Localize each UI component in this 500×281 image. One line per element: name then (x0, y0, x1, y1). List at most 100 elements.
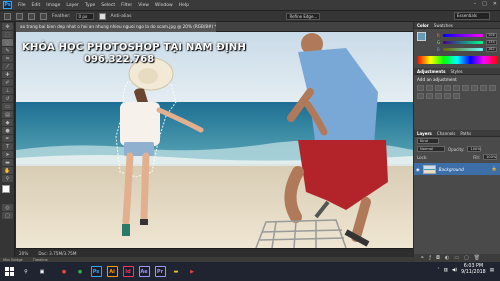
green-value[interactable]: 154 (486, 40, 497, 45)
blend-mode-select[interactable]: Normal (417, 146, 445, 152)
gradient-map-icon[interactable] (453, 93, 460, 99)
start-button[interactable] (0, 262, 18, 281)
taskbar-aftereffects-icon[interactable]: Ae (136, 262, 152, 281)
brightness-icon[interactable] (417, 85, 424, 91)
foreground-color-icon[interactable] (2, 185, 10, 193)
adjustment-layer-icon[interactable]: ◐ (445, 255, 449, 261)
tab-mini-bridge[interactable]: Mini Bridge (3, 258, 23, 262)
taskbar-coccoc-icon[interactable]: ● (72, 262, 88, 281)
search-icon[interactable]: ⚲ (18, 262, 34, 281)
blue-value[interactable]: 182 (486, 47, 497, 52)
menu-type[interactable]: Type (85, 3, 95, 8)
taskbar-chrome-icon[interactable]: ● (56, 262, 72, 281)
menu-filter[interactable]: Filter (121, 3, 132, 8)
menu-file[interactable]: File (18, 3, 26, 8)
trash-icon[interactable]: 🗑 (474, 255, 480, 261)
tab-timeline[interactable]: Timeline (33, 258, 48, 262)
menu-edit[interactable]: Edit (32, 3, 41, 8)
path-select-tool-icon[interactable]: ➤ (2, 151, 13, 158)
red-slider[interactable]: R 104 (437, 33, 497, 38)
tab-adjustments[interactable]: Adjustments (417, 69, 446, 74)
fg-bg-color-icon[interactable] (417, 32, 431, 46)
quick-select-tool-icon[interactable]: ✎ (2, 47, 13, 54)
refine-edge-button[interactable]: Refine Edge... (286, 12, 321, 20)
taskbar-premiere-icon[interactable]: Pr (152, 262, 168, 281)
task-view-icon[interactable]: ▣ (34, 262, 50, 281)
exposure-icon[interactable] (444, 85, 451, 91)
red-value[interactable]: 104 (486, 33, 497, 38)
add-selection-icon[interactable] (28, 12, 35, 20)
eraser-tool-icon[interactable]: ▭ (2, 103, 13, 110)
tab-styles[interactable]: Styles (451, 69, 463, 74)
dodge-tool-icon[interactable]: ● (2, 127, 13, 134)
taskbar-photoshop-icon[interactable]: Ps (88, 262, 104, 281)
layer-row[interactable]: ◉ Background 🔒 (414, 163, 500, 175)
levels-icon[interactable] (426, 85, 433, 91)
new-layer-icon[interactable]: ▢ (464, 255, 469, 261)
tab-channels[interactable]: Channels (437, 131, 456, 136)
eye-icon[interactable]: ◉ (416, 167, 420, 172)
taskbar-explorer-icon[interactable]: ▬ (168, 262, 184, 281)
tray-chevron-icon[interactable]: ˄ (437, 268, 439, 273)
minimize-button[interactable]: – (474, 1, 477, 7)
fx-icon[interactable]: ƒ (429, 255, 431, 261)
kind-filter-select[interactable]: Kind (417, 138, 439, 144)
marquee-tool-icon[interactable]: ⬚ (2, 31, 13, 38)
zoom-level[interactable]: 20% (19, 251, 28, 256)
menu-select[interactable]: Select (101, 3, 115, 8)
menu-window[interactable]: Window (155, 3, 173, 8)
tab-paths[interactable]: Paths (460, 131, 471, 136)
opacity-input[interactable]: 100% (467, 146, 482, 152)
network-icon[interactable]: ▥ (444, 268, 448, 273)
type-tool-icon[interactable]: T (2, 143, 13, 150)
blue-slider[interactable]: B 182 (437, 47, 497, 52)
menu-view[interactable]: View (138, 3, 149, 8)
tab-swatches[interactable]: Swatches (434, 23, 453, 28)
clone-stamp-tool-icon[interactable]: ⊥ (2, 87, 13, 94)
quick-mask-icon[interactable]: ◎ (2, 204, 13, 211)
shape-tool-icon[interactable]: ▬ (2, 159, 13, 166)
close-button[interactable]: ✕ (493, 1, 497, 7)
eyedropper-tool-icon[interactable]: ⁄ (2, 63, 13, 70)
history-brush-tool-icon[interactable]: ↺ (2, 95, 13, 102)
color-spectrum[interactable] (417, 56, 497, 64)
color-balance-icon[interactable] (471, 85, 478, 91)
notifications-icon[interactable]: ▤ (490, 268, 494, 273)
lasso-tool-icon[interactable]: ◌ (2, 39, 13, 46)
hand-tool-icon[interactable]: ✋ (2, 167, 13, 174)
menu-layer[interactable]: Layer (66, 3, 79, 8)
menu-help[interactable]: Help (179, 3, 189, 8)
photo-filter-icon[interactable] (489, 85, 496, 91)
taskbar-indesign-icon[interactable]: Id (120, 262, 136, 281)
blur-tool-icon[interactable]: ◆ (2, 119, 13, 126)
channel-mixer-icon[interactable] (417, 93, 424, 99)
feather-input[interactable]: 0 px (75, 12, 94, 20)
black-white-icon[interactable] (480, 85, 487, 91)
menu-image[interactable]: Image (46, 3, 60, 8)
mask-icon[interactable]: ◘ (436, 255, 440, 261)
screen-mode-icon[interactable]: ▢ (2, 212, 13, 219)
taskbar-illustrator-icon[interactable]: Ai (104, 262, 120, 281)
link-icon[interactable]: ⚭ (420, 255, 424, 261)
tab-layers[interactable]: Layers (417, 131, 432, 136)
crop-tool-icon[interactable]: ⌗ (2, 55, 13, 62)
vibrance-icon[interactable] (453, 85, 460, 91)
green-slider[interactable]: G 154 (437, 40, 497, 45)
clock[interactable]: 6:03 PM 9/11/2018 (461, 264, 486, 276)
threshold-icon[interactable] (444, 93, 451, 99)
brush-tool-icon[interactable]: ✐ (2, 79, 13, 86)
lasso-tool-preset-icon[interactable] (4, 12, 11, 20)
document-canvas[interactable]: KHÓA HỌC PHOTOSHOP TẠI NAM ĐỊNH 096.322.… (16, 32, 413, 248)
curves-icon[interactable] (435, 85, 442, 91)
new-selection-icon[interactable] (16, 12, 23, 20)
volume-icon[interactable]: ◀) (452, 268, 457, 273)
workspace-select[interactable]: Essentials (454, 12, 490, 20)
document-tab[interactable]: ao trang bai bien dep nhat o hoi an nhun… (16, 21, 216, 32)
invert-icon[interactable] (426, 93, 433, 99)
maximize-button[interactable]: □ (482, 1, 487, 7)
subtract-selection-icon[interactable] (40, 12, 47, 20)
color-swatches[interactable] (2, 185, 13, 201)
hue-saturation-icon[interactable] (462, 85, 469, 91)
tab-color[interactable]: Color (417, 23, 429, 28)
folder-icon[interactable]: ▭ (454, 255, 459, 261)
